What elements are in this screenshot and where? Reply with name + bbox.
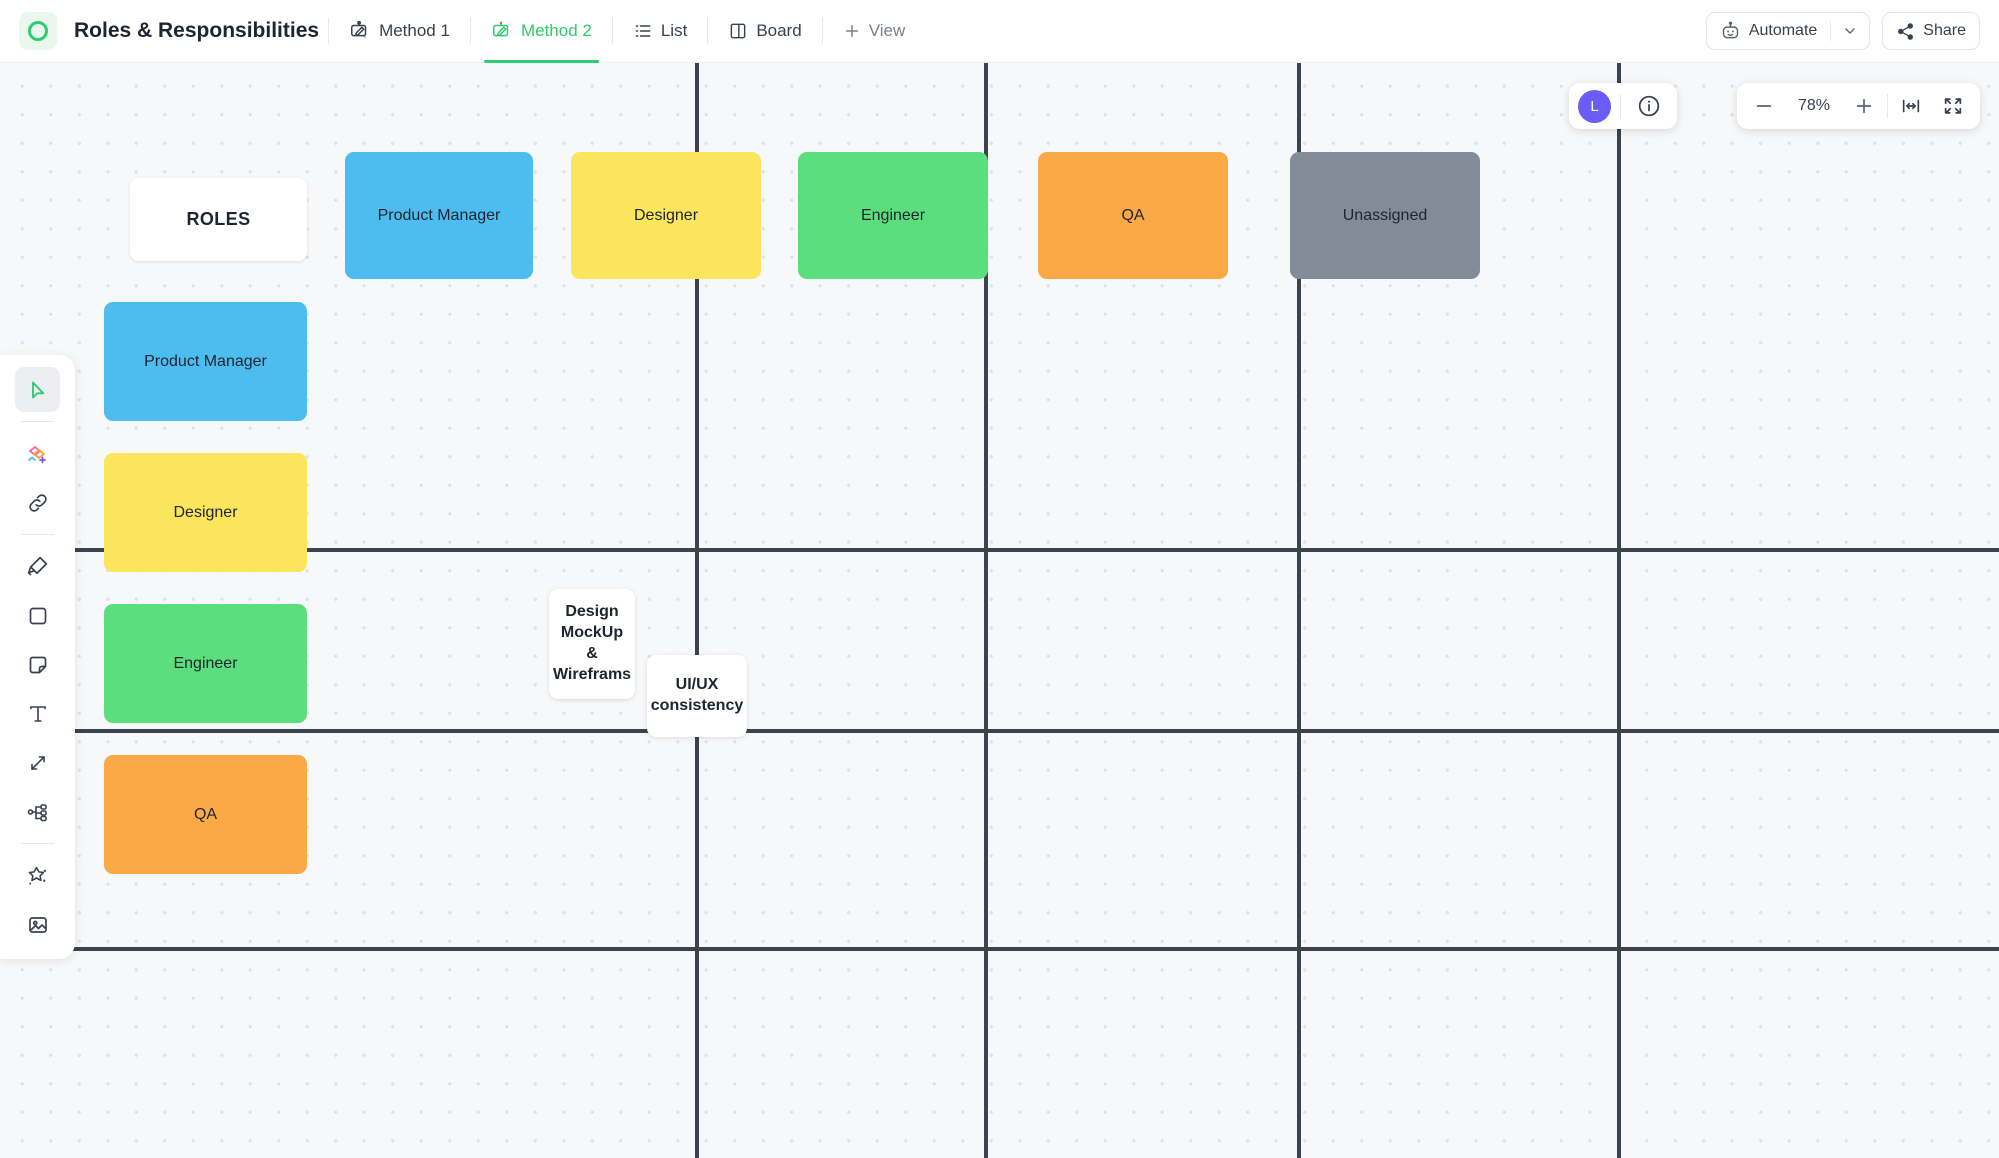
tab-add-view[interactable]: View [832,0,917,63]
info-circle-icon[interactable] [1630,87,1668,125]
card-label: Engineer [173,655,237,673]
board-column-header-qa[interactable]: QA [1038,152,1228,279]
sticky-note-design-mockup[interactable]: Design MockUp & Wireframs [549,589,635,699]
text-t-icon [26,702,50,726]
divider [328,18,329,44]
divider [21,534,54,535]
zoom-out-button[interactable] [1745,87,1783,125]
card-label: Product Manager [144,353,267,371]
divider [470,18,471,44]
magic-wand-icon [25,863,50,888]
highlighter-icon [25,554,50,579]
link-tool[interactable] [15,480,60,525]
top-bar: Roles & Responsibilities Method 1 Method… [0,0,1999,63]
shapes-tool[interactable] [15,431,60,476]
tab-list[interactable]: List [622,0,698,63]
tab-method-2[interactable]: Method 2 [480,0,603,63]
image-tool[interactable] [15,902,60,947]
pen-tool[interactable] [15,544,60,589]
share-label: Share [1923,22,1966,40]
board-row-header-designer[interactable]: Designer [104,453,307,572]
clickup-ring-logo-icon [28,21,48,41]
hierarchy-icon [26,800,50,824]
mindmap-tool[interactable] [15,789,60,834]
divider [21,843,54,844]
tab-label: List [661,21,687,41]
divider [21,421,54,422]
square-icon [26,604,50,628]
tab-board[interactable]: Board [717,0,812,63]
tab-label: View [869,21,906,41]
image-icon [26,913,50,937]
board-row-header-qa[interactable]: QA [104,755,307,874]
card-label: QA [194,806,217,824]
sticky-note-icon [26,653,50,677]
board-row-header-product-manager[interactable]: Product Manager [104,302,307,421]
tab-method-1[interactable]: Method 1 [338,0,461,63]
automate-button[interactable]: Automate [1706,12,1870,50]
presence-bar: L [1569,83,1677,129]
divider [1620,94,1621,118]
tab-label: Method 1 [379,21,450,41]
grid-divider-vertical [1617,63,1621,1158]
page-title: Roles & Responsibilities [74,19,319,43]
card-label: Engineer [861,207,925,225]
board-column-header-engineer[interactable]: Engineer [798,152,988,279]
whiteboard-canvas[interactable]: ROLES Product Manager Designer Engineer … [0,63,1999,1158]
connector-arrow-icon [26,751,50,775]
text-tool[interactable] [15,691,60,736]
select-tool[interactable] [15,367,60,412]
app-logo[interactable] [19,12,57,50]
shape-tool[interactable] [15,593,60,638]
grid-divider-horizontal [0,729,1999,733]
card-label: Product Manager [378,207,501,225]
sticky-note-label: Design MockUp & Wireframs [553,602,631,685]
tab-label: Method 2 [521,21,592,41]
whiteboard-icon [491,20,513,42]
list-icon [633,21,653,41]
connector-tool[interactable] [15,740,60,785]
divider [612,18,613,44]
shapes-add-icon [25,441,51,467]
zoom-level[interactable]: 78% [1787,97,1841,115]
share-icon [1896,22,1915,41]
card-label: QA [1121,207,1144,225]
card-label: Unassigned [1343,207,1428,225]
fit-width-button[interactable] [1892,87,1930,125]
share-button[interactable]: Share [1882,12,1980,50]
robot-icon [1720,21,1741,42]
link-icon [26,491,50,515]
sticky-note-tool[interactable] [15,642,60,687]
automate-label: Automate [1749,22,1817,40]
zoom-controls: 78% [1737,83,1980,129]
board-row-header-engineer[interactable]: Engineer [104,604,307,723]
board-column-header-designer[interactable]: Designer [571,152,761,279]
sticky-note-ui-ux-consistency[interactable]: UI/UX consistency [647,655,747,737]
board-column-header-unassigned[interactable]: Unassigned [1290,152,1480,279]
card-label: Designer [634,207,698,225]
divider [707,18,708,44]
card-label: Designer [173,504,237,522]
tab-label: Board [756,21,801,41]
grid-divider-horizontal [0,947,1999,951]
chevron-down-icon[interactable] [1831,23,1869,39]
avatar[interactable]: L [1578,90,1611,123]
fullscreen-button[interactable] [1934,87,1972,125]
plus-icon [843,22,861,40]
whiteboard-icon [349,20,371,42]
board-column-header-product-manager[interactable]: Product Manager [345,152,533,279]
divider [1887,94,1888,118]
whiteboard-toolbar [0,355,75,959]
sticky-note-label: UI/UX consistency [651,675,743,717]
divider [822,18,823,44]
zoom-in-button[interactable] [1845,87,1883,125]
board-card-roles[interactable]: ROLES [130,178,307,261]
ai-tool[interactable] [15,853,60,898]
board-icon [728,21,748,41]
card-label: ROLES [186,209,250,230]
cursor-icon [26,378,50,402]
